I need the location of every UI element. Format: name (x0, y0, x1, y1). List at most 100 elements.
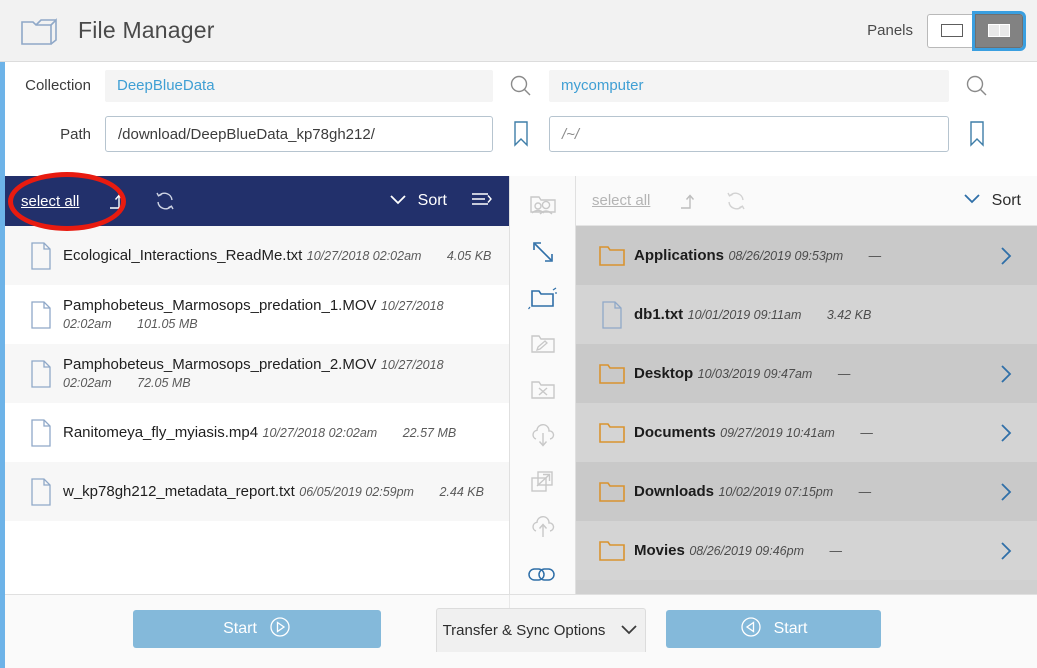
page-title: File Manager (78, 17, 215, 43)
row-details: Movies 08/26/2019 09:46pm — (634, 542, 989, 560)
table-row[interactable]: Applications 08/26/2019 09:53pm — (576, 226, 1037, 285)
sort-label-right[interactable]: Sort (992, 192, 1021, 210)
file-size: 101.05 MB (137, 316, 198, 331)
table-row[interactable]: Ecological_Interactions_ReadMe.txt 10/27… (5, 226, 509, 285)
share-folder-icon[interactable] (521, 186, 565, 226)
file-manager-window: File Manager Panels Collection DeepBlueD… (0, 0, 1037, 668)
file-meta: 06/05/2019 02:59pm 2.44 KB (299, 485, 484, 499)
right-file-list[interactable]: Applications 08/26/2019 09:53pm — db1.tx… (576, 226, 1037, 594)
left-toolbar: select all Sort (5, 176, 509, 226)
search-icon-left[interactable] (493, 73, 549, 99)
resize-arrows-icon[interactable] (521, 232, 565, 272)
table-row[interactable]: w_kp78gh212_metadata_report.txt 06/05/20… (5, 462, 509, 521)
file-date: 08/26/2019 09:46pm (689, 543, 804, 558)
folder-icon (590, 243, 634, 269)
search-icon-right[interactable] (949, 73, 1005, 99)
file-size: 72.05 MB (137, 375, 191, 390)
single-pane-icon (940, 24, 963, 37)
table-row[interactable]: Pamphobeteus_Marmosops_predation_2.MOV 1… (5, 344, 509, 403)
table-row[interactable]: Ranitomeya_fly_myiasis.mp4 10/27/2018 02… (5, 403, 509, 462)
open-external-icon[interactable] (521, 462, 565, 502)
folder-icon (590, 361, 634, 387)
row-details: Ranitomeya_fly_myiasis.mp4 10/27/2018 02… (63, 424, 495, 442)
path-input-right[interactable]: /~/ (549, 116, 949, 152)
file-name: w_kp78gh212_metadata_report.txt (63, 482, 295, 500)
table-row[interactable]: db1.txt 10/01/2019 09:11am 3.42 KB (576, 285, 1037, 344)
center-tool-column (510, 176, 576, 594)
single-panel-button[interactable] (927, 13, 975, 48)
new-folder-icon[interactable] (521, 278, 565, 318)
folder-icon (590, 538, 634, 564)
file-name: Pamphobeteus_Marmosops_predation_1.MOV (63, 296, 377, 314)
chevron-down-icon-right[interactable] (962, 191, 982, 210)
file-size: 3.42 KB (826, 307, 872, 322)
folder-icon (18, 12, 62, 50)
link-toggle-icon[interactable] (521, 554, 565, 594)
file-meta: 08/26/2019 09:53pm — (728, 249, 881, 263)
start-button-left[interactable]: Start (133, 610, 381, 648)
left-footer: Start (5, 595, 510, 651)
dual-panel-button[interactable] (972, 10, 1026, 51)
file-icon (19, 241, 63, 271)
chevron-right-icon[interactable] (989, 421, 1023, 445)
cloud-upload-icon[interactable] (521, 508, 565, 548)
file-name: Downloads (634, 482, 715, 500)
parent-folder-icon-left[interactable] (105, 190, 127, 212)
cloud-download-icon[interactable] (521, 416, 565, 456)
panels-toggle-group[interactable] (927, 10, 1026, 51)
collection-input-left[interactable]: DeepBlueData (105, 69, 493, 102)
chevron-right-icon[interactable] (989, 362, 1023, 386)
file-date: 09/27/2019 10:41am (720, 425, 835, 440)
left-pane: select all Sort Ecological_Interactions_… (5, 176, 510, 594)
table-row[interactable]: Movies 08/26/2019 09:46pm — (576, 521, 1037, 580)
collection-input-right[interactable]: mycomputer (549, 69, 949, 102)
collection-row: Collection DeepBlueData mycomputer (5, 62, 1037, 109)
file-icon (19, 300, 63, 330)
select-all-link-right[interactable]: select all (592, 192, 650, 209)
file-size: — (868, 248, 882, 263)
chevron-right-icon[interactable] (989, 244, 1023, 268)
file-name: Applications (634, 246, 725, 264)
path-input-left[interactable]: /download/DeepBlueData_kp78gh212/ (105, 116, 493, 152)
edit-folder-icon[interactable] (521, 324, 565, 364)
file-meta: 09/27/2019 10:41am — (720, 426, 873, 440)
file-name: Desktop (634, 364, 694, 382)
table-row[interactable]: Downloads 10/02/2019 07:15pm — (576, 462, 1037, 521)
panes-container: select all Sort Ecological_Interactions_… (5, 176, 1037, 594)
row-details: Ecological_Interactions_ReadMe.txt 10/27… (63, 247, 495, 265)
dual-pane-icon (988, 24, 1010, 37)
table-row[interactable]: Pamphobeteus_Marmosops_predation_1.MOV 1… (5, 285, 509, 344)
list-options-icon-left[interactable] (469, 190, 493, 213)
refresh-icon-right[interactable] (724, 189, 748, 213)
delete-folder-icon[interactable] (521, 370, 565, 410)
start-label-left: Start (223, 620, 257, 637)
path-label: Path (60, 125, 91, 143)
bookmark-icon-right[interactable] (949, 119, 1005, 149)
parent-folder-icon-right[interactable] (676, 190, 698, 212)
transfer-sync-options-button[interactable]: Transfer & Sync Options (436, 608, 646, 652)
chevron-down-icon-left[interactable] (388, 192, 408, 211)
table-row[interactable]: Documents 09/27/2019 10:41am — (576, 403, 1037, 462)
chevron-right-icon[interactable] (989, 539, 1023, 563)
left-file-list[interactable]: Ecological_Interactions_ReadMe.txt 10/27… (5, 226, 509, 594)
start-button-right[interactable]: Start (666, 610, 881, 648)
file-icon (19, 477, 63, 507)
select-all-link-left[interactable]: select all (21, 193, 79, 210)
panels-label: Panels (867, 22, 913, 39)
left-sort-controls: Sort (388, 190, 493, 213)
chevron-right-icon[interactable] (989, 480, 1023, 504)
table-row[interactable]: Desktop 10/03/2019 09:47am — (576, 344, 1037, 403)
folder-icon (590, 420, 634, 446)
file-icon (19, 418, 63, 448)
sort-label-left[interactable]: Sort (418, 192, 447, 210)
refresh-icon-left[interactable] (153, 189, 177, 213)
bookmark-icon-left[interactable] (493, 119, 549, 149)
path-row: Path /download/DeepBlueData_kp78gh212/ /… (5, 109, 1037, 159)
right-toolbar: select all Sort (576, 176, 1037, 226)
chevron-down-icon-transfer (619, 622, 639, 640)
right-sort-controls: Sort (962, 191, 1021, 210)
file-meta: 10/01/2019 09:11am 3.42 KB (688, 308, 872, 322)
row-details: w_kp78gh212_metadata_report.txt 06/05/20… (63, 483, 495, 501)
start-label-right: Start (773, 620, 808, 637)
file-name: db1.txt (634, 305, 684, 323)
